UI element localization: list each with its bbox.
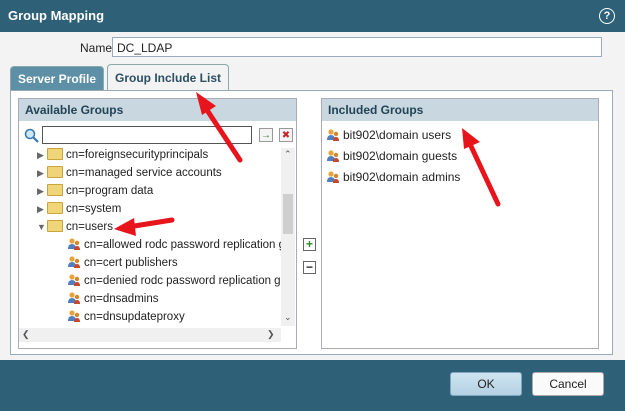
group-icon bbox=[68, 274, 80, 286]
group-label: cn=dnsadmins bbox=[84, 293, 159, 305]
available-groups-panel: Available Groups → ✖ ▶ cn=foreignsecurity… bbox=[18, 98, 297, 349]
clear-filter-icon[interactable]: ✖ bbox=[279, 128, 293, 142]
expand-icon[interactable]: ▶ bbox=[37, 164, 47, 182]
search-icon bbox=[24, 128, 39, 143]
included-group-label: bit902\domain users bbox=[343, 128, 452, 142]
folder-open-icon bbox=[47, 219, 63, 232]
folder-icon bbox=[47, 148, 63, 160]
folder-label: cn=system bbox=[66, 203, 122, 215]
add-group-button[interactable]: + bbox=[303, 238, 316, 251]
vertical-scrollbar[interactable]: ⌃ ⌄ bbox=[281, 148, 295, 326]
tree-group-row[interactable]: cn=allowed rodc password replication gro bbox=[67, 236, 281, 254]
included-groups-panel: Included Groups bit902\domain users bit9… bbox=[321, 98, 599, 349]
title-bar: Group Mapping ? bbox=[0, 0, 625, 32]
cancel-button[interactable]: Cancel bbox=[532, 372, 604, 396]
folder-icon bbox=[47, 183, 63, 196]
folder-icon bbox=[47, 165, 63, 178]
expand-icon[interactable]: ▶ bbox=[37, 148, 47, 164]
dialog-body: Name DC_LDAP Server Profile Group Includ… bbox=[0, 32, 625, 360]
collapse-icon[interactable]: ▼ bbox=[37, 218, 47, 236]
search-input[interactable] bbox=[42, 126, 252, 144]
tab-group-include-list[interactable]: Group Include List bbox=[107, 64, 229, 91]
scroll-right-icon[interactable]: ❯ bbox=[267, 329, 275, 340]
scroll-up-icon[interactable]: ⌃ bbox=[284, 149, 292, 160]
dialog-footer: OK Cancel bbox=[0, 360, 625, 411]
available-groups-tree: ▶ cn=foreignsecurityprincipals ▶ cn=manage… bbox=[19, 148, 281, 328]
expand-icon[interactable]: ▶ bbox=[37, 182, 47, 200]
group-label: cn=cert publishers bbox=[84, 257, 178, 269]
group-icon bbox=[327, 129, 339, 141]
available-groups-header: Available Groups bbox=[19, 99, 296, 121]
ok-button[interactable]: OK bbox=[450, 372, 522, 396]
folder-icon bbox=[47, 201, 63, 214]
group-icon bbox=[68, 256, 80, 268]
included-group-label: bit902\domain admins bbox=[343, 170, 461, 184]
tree-folder-row[interactable]: ▶ cn=system bbox=[37, 200, 121, 218]
group-icon bbox=[327, 171, 339, 183]
search-row: → ✖ bbox=[23, 126, 301, 146]
group-label: cn=allowed rodc password replication gro bbox=[84, 239, 281, 251]
tab-panel: Available Groups → ✖ ▶ cn=foreignsecurity… bbox=[10, 90, 613, 355]
dialog-title: Group Mapping bbox=[8, 8, 105, 23]
tree-group-row[interactable]: cn=cert publishers bbox=[67, 254, 178, 272]
included-groups-header: Included Groups bbox=[322, 99, 598, 121]
folder-label: cn=managed service accounts bbox=[66, 167, 222, 179]
help-icon[interactable]: ? bbox=[599, 8, 615, 24]
tree-folder-row[interactable]: ▶ cn=foreignsecurityprincipals bbox=[37, 148, 208, 164]
group-icon bbox=[68, 310, 80, 322]
folder-label: cn=users bbox=[66, 221, 113, 233]
tree-folder-row[interactable]: ▼ cn=users bbox=[37, 218, 113, 236]
included-group-row[interactable]: bit902\domain admins bbox=[326, 167, 460, 187]
remove-group-button[interactable]: − bbox=[303, 261, 316, 274]
tree-group-row[interactable]: cn=dnsupdateproxy bbox=[67, 308, 185, 326]
horizontal-scrollbar[interactable]: ❮ ❯ bbox=[19, 328, 281, 342]
name-input[interactable]: DC_LDAP bbox=[112, 37, 602, 57]
scroll-thumb[interactable] bbox=[283, 194, 293, 234]
included-group-row[interactable]: bit902\domain users bbox=[326, 125, 451, 145]
apply-filter-icon[interactable]: → bbox=[259, 128, 273, 142]
tab-server-profile[interactable]: Server Profile bbox=[10, 66, 104, 90]
included-group-label: bit902\domain guests bbox=[343, 149, 458, 163]
group-icon bbox=[68, 238, 80, 250]
group-icon bbox=[68, 292, 80, 304]
name-label: Name bbox=[80, 41, 113, 55]
folder-label: cn=program data bbox=[66, 185, 154, 197]
tree-group-row[interactable]: cn=dnsadmins bbox=[67, 290, 158, 308]
group-label: cn=dnsupdateproxy bbox=[84, 311, 185, 323]
group-label: cn=denied rodc password replication gro bbox=[84, 275, 281, 287]
folder-label: cn=foreignsecurityprincipals bbox=[66, 149, 209, 161]
tree-folder-row[interactable]: ▶ cn=managed service accounts bbox=[37, 164, 222, 182]
scroll-left-icon[interactable]: ❮ bbox=[22, 329, 30, 340]
scroll-down-icon[interactable]: ⌄ bbox=[284, 312, 292, 323]
tree-group-row[interactable]: cn=denied rodc password replication gro bbox=[67, 272, 281, 290]
group-icon bbox=[327, 150, 339, 162]
expand-icon[interactable]: ▶ bbox=[37, 200, 47, 218]
included-group-row[interactable]: bit902\domain guests bbox=[326, 146, 457, 166]
tree-folder-row[interactable]: ▶ cn=program data bbox=[37, 182, 153, 200]
